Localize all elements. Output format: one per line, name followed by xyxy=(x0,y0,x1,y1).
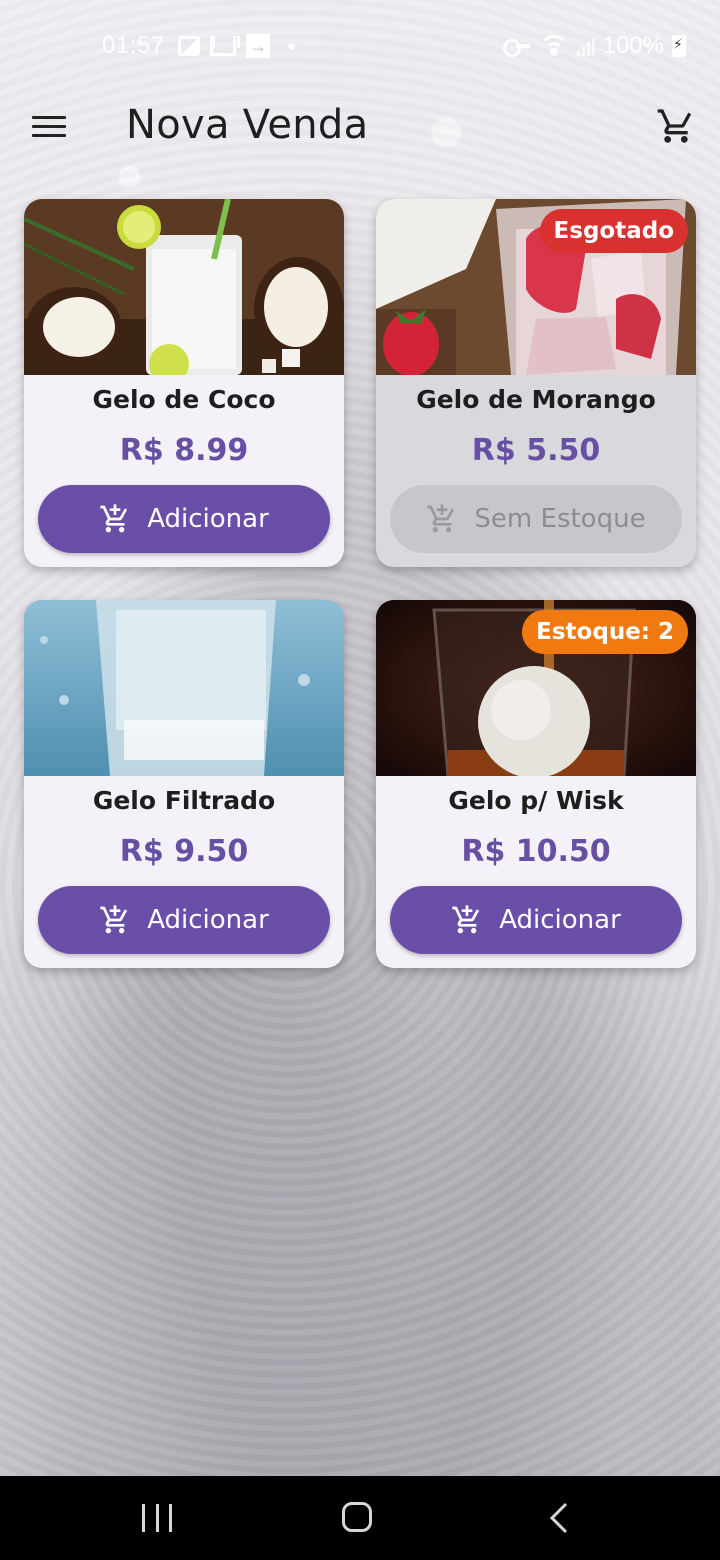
gallery-icon xyxy=(178,36,200,56)
product-name: Gelo de Coco xyxy=(92,385,276,414)
low-stock-badge: Estoque: 2 xyxy=(522,610,688,654)
out-of-stock-button: Sem Estoque xyxy=(390,485,682,553)
gmail-icon xyxy=(210,36,236,56)
wifi-icon xyxy=(538,35,569,57)
shopping-cart-icon[interactable] xyxy=(656,106,696,146)
add-button-label: Adicionar xyxy=(147,905,269,935)
page-title: Nova Venda xyxy=(126,102,369,148)
product-name: Gelo de Morango xyxy=(416,385,656,414)
signal-icon xyxy=(576,36,595,56)
product-price: R$ 5.50 xyxy=(471,433,601,468)
vpn-key-icon xyxy=(502,39,531,57)
product-price: R$ 10.50 xyxy=(461,834,611,869)
add-shopping-cart-icon xyxy=(427,504,455,533)
add-shopping-cart-icon xyxy=(452,905,480,934)
product-card-gelo-de-morango: Esgotado Gelo de Morango R$ 5.50 Sem Est… xyxy=(376,199,696,567)
product-price: R$ 8.99 xyxy=(119,433,249,468)
more-notifications-dot-icon xyxy=(288,42,295,50)
status-time: 01:57 xyxy=(102,32,165,59)
add-shopping-cart-icon xyxy=(100,905,128,934)
product-image-filtered-ice xyxy=(24,600,344,776)
product-name: Gelo Filtrado xyxy=(92,786,276,815)
battery-charging-icon xyxy=(672,35,686,57)
recent-apps-icon[interactable] xyxy=(142,1504,172,1532)
app-bar: Nova Venda xyxy=(0,92,720,164)
add-shopping-cart-icon xyxy=(100,504,128,533)
out-of-stock-badge: Esgotado xyxy=(539,209,688,253)
login-arrow-icon: → xyxy=(246,34,270,58)
product-name: Gelo p/ Wisk xyxy=(448,786,624,815)
out-of-stock-label: Sem Estoque xyxy=(474,504,646,534)
product-price: R$ 9.50 xyxy=(119,834,249,869)
product-card-gelo-de-coco: Gelo de Coco R$ 8.99 Adicionar xyxy=(24,199,344,567)
add-button-label: Adicionar xyxy=(499,905,621,935)
product-card-gelo-filtrado: Gelo Filtrado R$ 9.50 Adicionar xyxy=(24,600,344,968)
battery-percentage: 100% xyxy=(602,32,664,59)
home-icon[interactable] xyxy=(342,1502,372,1532)
back-icon[interactable] xyxy=(548,1502,570,1534)
system-navigation-bar xyxy=(0,1476,720,1560)
system-icons: 100% xyxy=(502,32,686,60)
product-card-gelo-p-wisk: Estoque: 2 Gelo p/ Wisk R$ 10.50 Adicion… xyxy=(376,600,696,968)
add-to-cart-button[interactable]: Adicionar xyxy=(38,886,330,954)
add-button-label: Adicionar xyxy=(147,504,269,534)
menu-icon[interactable] xyxy=(32,116,66,138)
notification-icons: → xyxy=(178,34,295,58)
add-to-cart-button[interactable]: Adicionar xyxy=(38,485,330,553)
status-bar: 01:57 → 100% xyxy=(0,0,720,92)
product-image-coconut xyxy=(24,199,344,375)
add-to-cart-button[interactable]: Adicionar xyxy=(390,886,682,954)
